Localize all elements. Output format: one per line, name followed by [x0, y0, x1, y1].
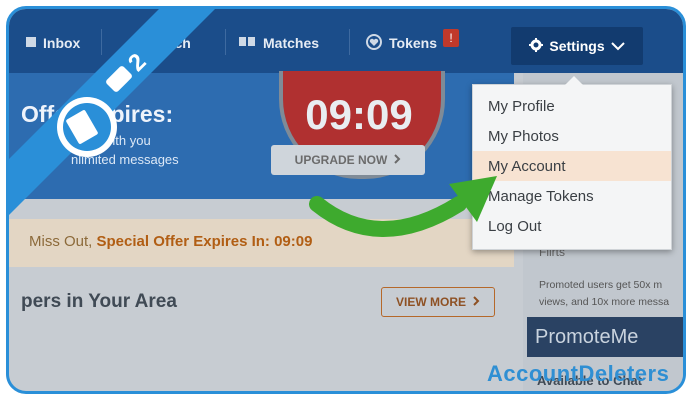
promo-description: Promoted users get 50x m views, and 10x …	[539, 279, 670, 308]
nav-tokens[interactable]: Tokens	[365, 31, 437, 55]
nav-divider	[349, 29, 350, 55]
nav-matches-label: Matches	[263, 35, 320, 51]
watermark-logo: AccountDeleters	[487, 361, 670, 386]
promote-me-button[interactable]: PromoteMe	[527, 317, 683, 357]
menu-item-my-photos[interactable]: My Photos	[473, 121, 671, 151]
nav-tokens-label: Tokens	[389, 35, 437, 51]
heart-icon	[365, 33, 389, 53]
tokens-alert-badge: !	[443, 29, 459, 47]
curved-arrow-icon	[309, 176, 497, 237]
gear-icon	[529, 37, 544, 55]
step-ribbon	[9, 9, 215, 215]
view-more-label: VIEW MORE	[395, 295, 466, 309]
view-more-button[interactable]: VIEW MORE	[381, 287, 495, 317]
screenshot-frame: Inbox rch Matches Tokens ! Settings Offe…	[6, 6, 686, 394]
settings-label: Settings	[549, 38, 605, 54]
chevron-right-icon	[472, 295, 480, 309]
area-section-title: pers in Your Area	[21, 291, 177, 312]
countdown-timer: 09:09	[305, 91, 413, 138]
nav-matches[interactable]: Matches	[239, 31, 319, 55]
menu-item-my-profile[interactable]: My Profile	[473, 91, 671, 121]
matches-icon	[239, 35, 263, 52]
settings-button[interactable]: Settings	[511, 27, 643, 65]
chevron-down-icon	[610, 38, 625, 54]
